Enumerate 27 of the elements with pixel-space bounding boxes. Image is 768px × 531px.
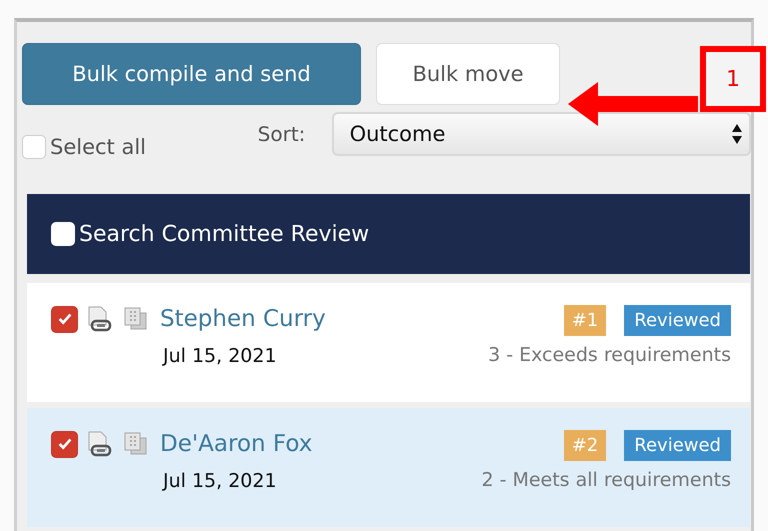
candidate-name-link[interactable]: De'Aaron Fox — [160, 431, 312, 457]
sort-label: Sort: — [258, 122, 306, 146]
bulk-button[interactable]: Bulk compile and send — [22, 43, 361, 105]
outcome-text: 2 - Meets all requirements — [481, 469, 731, 491]
status-badge: Reviewed — [624, 430, 731, 461]
arrow-icon — [568, 80, 698, 128]
date-text: Jul 15, 2021 — [163, 345, 278, 367]
status-badge: Reviewed — [624, 305, 731, 336]
select-all-label: Select all — [50, 135, 146, 159]
document-link-icon[interactable] — [86, 305, 114, 333]
rank-badge: #2 — [564, 430, 606, 461]
bulk-button[interactable]: Bulk move — [376, 43, 560, 105]
group-title: Search Committee Review — [79, 222, 370, 246]
candidate-name-link[interactable]: Stephen Curry — [160, 306, 326, 332]
candidate-row[interactable]: De'Aaron Fox Jul 15, 2021 #2 Reviewed 2 - Meets all requirements — [27, 408, 750, 527]
rank-badge: #1 — [564, 305, 606, 336]
candidate-row[interactable]: Stephen Curry Jul 15, 2021 #1 Reviewed 3 - Exceeds requirements — [27, 283, 750, 402]
date-text: Jul 15, 2021 — [163, 470, 278, 492]
row-checkbox[interactable] — [51, 430, 78, 458]
select-all-checkbox[interactable] — [22, 135, 46, 159]
group-checkbox[interactable] — [51, 222, 75, 246]
callout-number: 1 — [700, 46, 766, 112]
up-down-icon — [731, 122, 743, 146]
outcome-text: 3 - Exceeds requirements — [488, 344, 731, 366]
document-link-icon[interactable] — [86, 430, 114, 458]
row-checkbox[interactable] — [51, 306, 78, 332]
sort-select[interactable]: Outcome — [332, 112, 751, 156]
